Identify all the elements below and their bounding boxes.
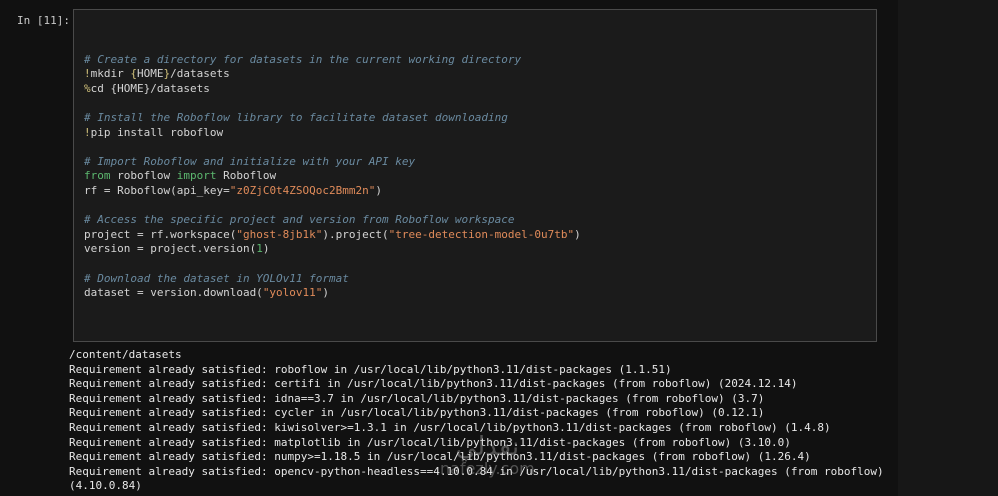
code-line: !pip install roboflow <box>84 126 581 141</box>
code-token: # Install the Roboflow library to facili… <box>84 110 508 124</box>
code-line: version = project.version(1) <box>84 242 581 257</box>
code-line: # Install the Roboflow library to facili… <box>84 111 581 126</box>
code-token: /datasets <box>170 67 230 81</box>
code-token: import <box>176 169 217 183</box>
code-line: %cd {HOME}/datasets <box>84 82 581 97</box>
output-line: (4.10.0.84) <box>69 479 142 493</box>
code-token: 1 <box>256 242 263 256</box>
code-token: pip install roboflow <box>90 125 224 139</box>
code-token: ! <box>84 67 91 81</box>
code-line: dataset = version.download("yolov11") <box>84 286 581 301</box>
code-token: % <box>84 81 91 95</box>
code-token: "z0ZjC0t4ZSOQoc2Bmm2n" <box>229 183 376 197</box>
code-line: !mkdir {HOME}/datasets <box>84 67 581 82</box>
code-token: "ghost-8jb1k" <box>236 227 323 241</box>
code-line: project = rf.workspace("ghost-8jb1k").pr… <box>84 228 581 243</box>
code-cell-editor[interactable]: # Create a directory for datasets in the… <box>73 9 877 342</box>
code-token: rf = Roboflow(api_key= <box>84 183 230 197</box>
output-line: Requirement already satisfied: cycler in… <box>69 406 765 420</box>
code-token: ! <box>84 125 91 139</box>
code-line: # Create a directory for datasets in the… <box>84 53 581 68</box>
code-token: "tree-detection-model-0u7tb" <box>388 227 575 241</box>
code-token: {HOME}/datasets <box>110 81 210 95</box>
code-token: ).project( <box>322 227 389 241</box>
code-token: from <box>84 169 111 183</box>
code-line: from roboflow import Roboflow <box>84 169 581 184</box>
code-token: mkdir <box>90 67 131 81</box>
code-token: # Access the specific project and versio… <box>84 213 515 227</box>
code-token: ) <box>375 183 383 197</box>
code-text[interactable]: # Create a directory for datasets in the… <box>84 38 581 301</box>
code-token: "yolov11" <box>262 286 323 300</box>
code-line: # Import Roboflow and initialize with yo… <box>84 155 581 170</box>
code-token: # Create a directory for datasets in the… <box>84 52 522 66</box>
code-token: # Import Roboflow and initialize with yo… <box>84 154 416 168</box>
output-line: Requirement already satisfied: idna==3.7… <box>69 391 765 405</box>
code-token: project = rf.workspace( <box>84 227 237 241</box>
output-line: Requirement already satisfied: roboflow … <box>69 362 672 376</box>
code-token: Roboflow <box>216 169 277 183</box>
code-token: ) <box>322 286 330 300</box>
right-panel-strip <box>898 0 998 496</box>
code-token: dataset = version.download( <box>84 286 263 300</box>
code-token: cd <box>90 81 111 95</box>
code-token: ) <box>574 227 581 241</box>
output-line: Requirement already satisfied: certifi i… <box>69 377 798 391</box>
code-line: # Access the specific project and versio… <box>84 213 581 228</box>
code-line: # Download the dataset in YOLOv11 format <box>84 272 581 287</box>
code-token: # Download the dataset in YOLOv11 format <box>84 271 349 285</box>
watermark-arabic-text: نفذلي <box>455 432 520 462</box>
code-token: { <box>130 67 137 81</box>
code-token: version = project.version( <box>84 242 257 256</box>
cell-prompt: In [11]: <box>17 14 70 27</box>
code-token: HOME <box>137 67 164 81</box>
code-token: ) <box>262 242 270 256</box>
watermark-latin-text: nafezly.com <box>440 459 535 478</box>
output-line: /content/datasets <box>69 348 182 361</box>
code-token: roboflow <box>110 169 177 183</box>
code-line: rf = Roboflow(api_key="z0ZjC0t4ZSOQoc2Bm… <box>84 184 581 199</box>
watermark-logo: نفذلي nafezly.com <box>440 434 535 478</box>
